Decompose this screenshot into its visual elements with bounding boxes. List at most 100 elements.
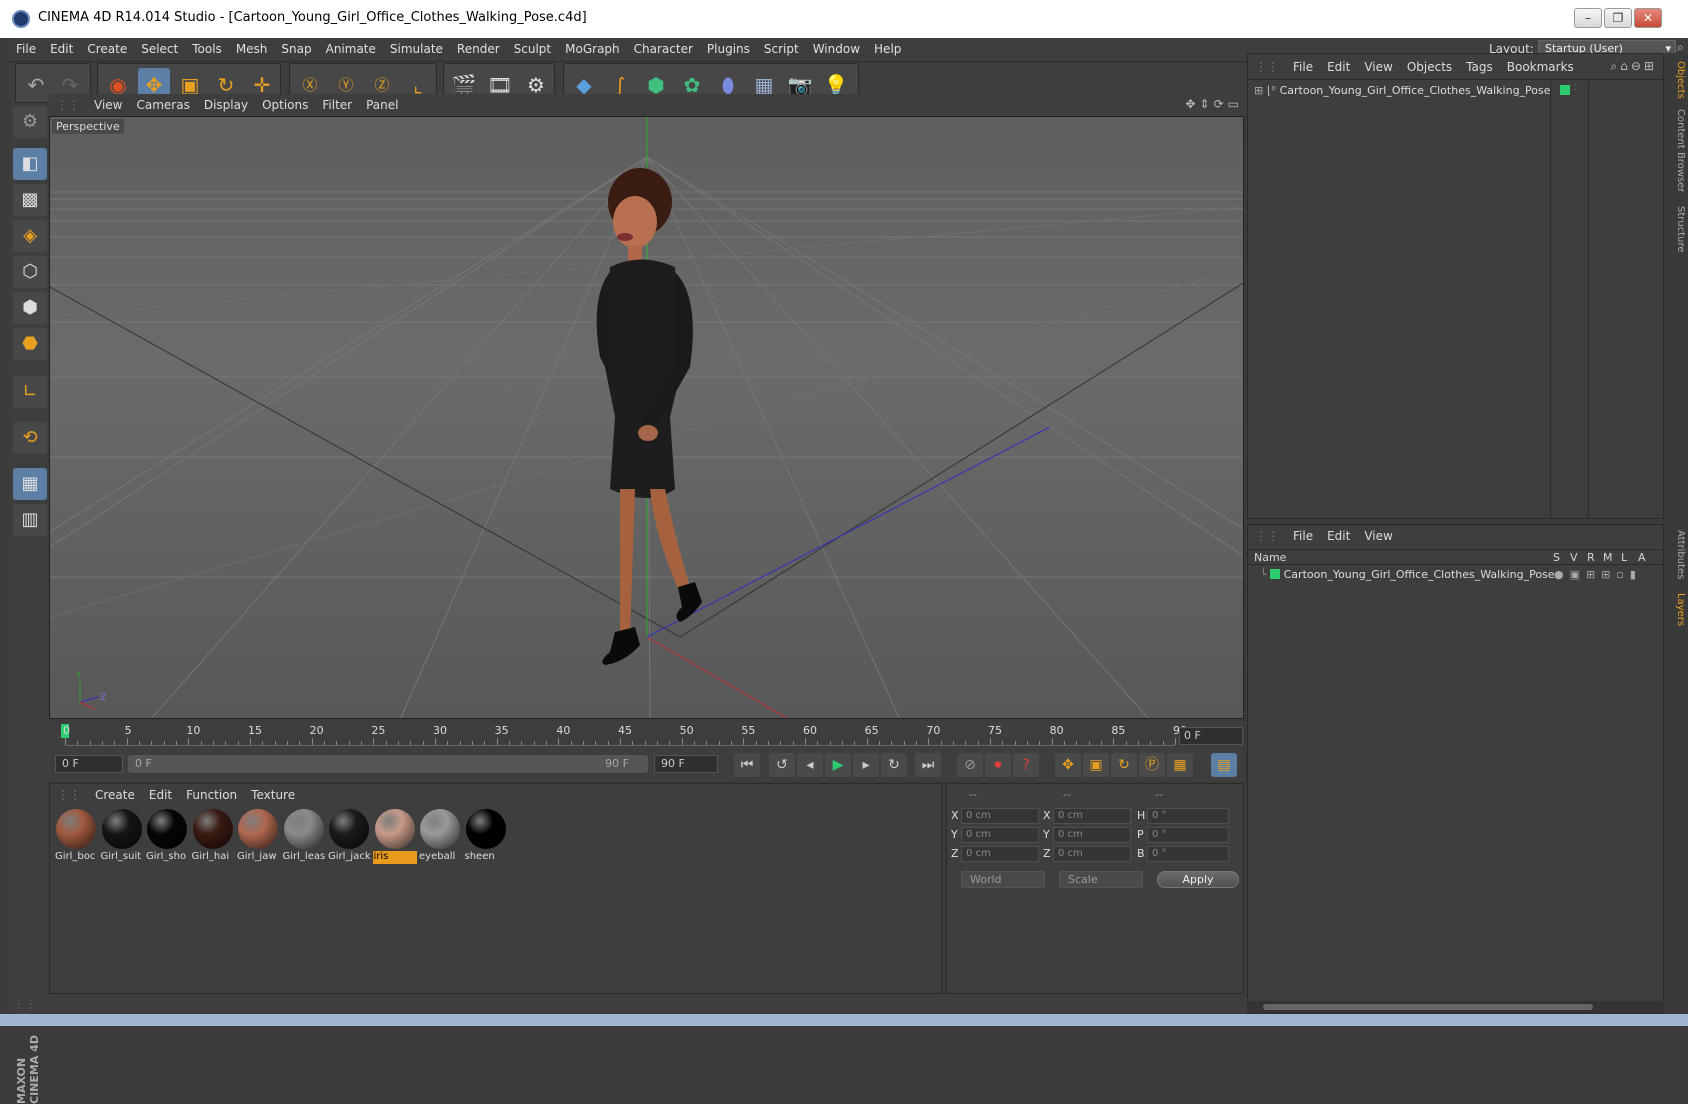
tab-structure[interactable]: Structure bbox=[1666, 201, 1686, 257]
frame-range-slider[interactable]: 0 F 90 F bbox=[128, 755, 648, 773]
viewport-menu-cameras[interactable]: Cameras bbox=[129, 94, 196, 112]
menu-sculpt[interactable]: Sculpt bbox=[507, 38, 558, 56]
workplane-mode-icon[interactable]: ◈ bbox=[13, 220, 47, 252]
menu-window[interactable]: Window bbox=[806, 38, 867, 56]
viewport-menu-options[interactable]: Options bbox=[255, 94, 315, 112]
material-swatch[interactable]: Girl_leas bbox=[282, 807, 326, 865]
size-y-field[interactable]: 0 cm bbox=[1053, 827, 1131, 843]
object-menu-bookmarks[interactable]: Bookmarks bbox=[1500, 54, 1581, 74]
material-menu-texture[interactable]: Texture bbox=[244, 784, 302, 802]
layer-flags-icons[interactable]: ●▣⊞⊞▫▮ bbox=[1554, 568, 1642, 581]
material-swatch[interactable]: iris bbox=[372, 807, 417, 865]
size-z-field[interactable]: 0 cm bbox=[1053, 846, 1131, 862]
end-frame-field[interactable]: 90 F bbox=[654, 755, 718, 773]
polygons-mode-icon[interactable]: ⬣ bbox=[13, 328, 47, 360]
apply-button[interactable]: Apply bbox=[1157, 871, 1239, 888]
menu-create[interactable]: Create bbox=[80, 38, 134, 56]
play-icon[interactable]: ▶ bbox=[825, 753, 851, 777]
key-rotation-icon[interactable]: ↻ bbox=[1111, 753, 1137, 777]
locked-workplane-icon[interactable]: ▥ bbox=[13, 504, 47, 536]
object-menu-tags[interactable]: Tags bbox=[1459, 54, 1500, 74]
key-pla-icon[interactable]: ▦ bbox=[1167, 753, 1193, 777]
rotation-b-field[interactable]: 0 ° bbox=[1147, 846, 1229, 862]
goto-end-icon[interactable]: ⏭ bbox=[915, 753, 941, 777]
object-name[interactable]: Cartoon_Young_Girl_Office_Clothes_Walkin… bbox=[1280, 84, 1551, 97]
minimize-button[interactable]: – bbox=[1574, 8, 1602, 28]
viewport-nav-icons[interactable]: ✥⇕⟳▭ bbox=[1185, 97, 1243, 111]
object-row[interactable]: ⊞ ⌊⁰ Cartoon_Young_Girl_Office_Clothes_W… bbox=[1254, 83, 1554, 101]
material-swatch[interactable]: Girl_hai bbox=[191, 807, 235, 865]
position-y-field[interactable]: 0 cm bbox=[961, 827, 1039, 843]
perspective-viewport[interactable]: Perspective Y Z bbox=[49, 116, 1244, 719]
menu-mesh[interactable]: Mesh bbox=[229, 38, 275, 56]
position-z-field[interactable]: 0 cm bbox=[961, 846, 1039, 862]
undo-icon[interactable]: ↶ bbox=[20, 68, 52, 102]
menu-render[interactable]: Render bbox=[450, 38, 507, 56]
maximize-button[interactable]: ❐ bbox=[1604, 8, 1632, 28]
object-menu-file[interactable]: File bbox=[1286, 54, 1320, 74]
layer-menu-view[interactable]: View bbox=[1357, 525, 1399, 543]
material-menu-function[interactable]: Function bbox=[179, 784, 244, 802]
menu-snap[interactable]: Snap bbox=[274, 38, 318, 56]
keyframe-help-icon[interactable]: ? bbox=[1013, 753, 1039, 777]
goto-start-icon[interactable]: ⏮ bbox=[734, 753, 760, 777]
axis-mode-icon[interactable]: ∟ bbox=[13, 376, 47, 408]
prev-frame-icon[interactable]: ◂ bbox=[797, 753, 823, 777]
menu-plugins[interactable]: Plugins bbox=[700, 38, 757, 56]
tweak-mode-icon[interactable]: ⟲ bbox=[13, 422, 47, 454]
menu-tools[interactable]: Tools bbox=[185, 38, 229, 56]
key-scale-icon[interactable]: ▣ bbox=[1083, 753, 1109, 777]
object-menu-edit[interactable]: Edit bbox=[1320, 54, 1357, 74]
coord-mode-dropdown[interactable]: Scale bbox=[1059, 871, 1143, 888]
material-swatch[interactable]: Girl_suit bbox=[100, 807, 144, 865]
layer-color-tag[interactable] bbox=[1560, 85, 1570, 95]
material-swatch[interactable]: Girl_boc bbox=[54, 807, 98, 865]
prev-key-icon[interactable]: ↺ bbox=[769, 753, 795, 777]
points-mode-icon[interactable]: ⬡ bbox=[13, 256, 47, 288]
menu-mograph[interactable]: MoGraph bbox=[558, 38, 627, 56]
rotation-h-field[interactable]: 0 ° bbox=[1147, 808, 1229, 824]
menu-character[interactable]: Character bbox=[627, 38, 700, 56]
loop-icon[interactable]: ↻ bbox=[881, 753, 907, 777]
menu-select[interactable]: Select bbox=[134, 38, 185, 56]
material-swatch[interactable]: Girl_jack bbox=[327, 807, 371, 865]
layer-horizontal-scrollbar[interactable] bbox=[1247, 1001, 1664, 1013]
menu-simulate[interactable]: Simulate bbox=[383, 38, 450, 56]
viewport-menu-filter[interactable]: Filter bbox=[315, 94, 359, 112]
tab-attributes[interactable]: Attributes bbox=[1666, 527, 1686, 583]
menu-edit[interactable]: Edit bbox=[43, 38, 80, 56]
texture-mode-icon[interactable]: ▩ bbox=[13, 184, 47, 216]
object-mode-icon[interactable]: ◧ bbox=[13, 148, 47, 180]
menu-help[interactable]: Help bbox=[867, 38, 908, 56]
viewport-menu-panel[interactable]: Panel bbox=[359, 94, 405, 112]
material-menu-edit[interactable]: Edit bbox=[142, 784, 179, 802]
tab-layers[interactable]: Layers bbox=[1666, 589, 1686, 631]
close-button[interactable]: ✕ bbox=[1634, 8, 1662, 28]
size-x-field[interactable]: 0 cm bbox=[1053, 808, 1131, 824]
object-menu-view[interactable]: View bbox=[1357, 54, 1399, 74]
layer-menu-file[interactable]: File bbox=[1286, 525, 1320, 543]
viewport-menu-view[interactable]: View bbox=[87, 94, 129, 112]
model-mode-icon[interactable]: ⚙ bbox=[13, 106, 47, 138]
timeline-window-icon[interactable]: ▤ bbox=[1211, 753, 1237, 777]
position-x-field[interactable]: 0 cm bbox=[961, 808, 1039, 824]
rotation-p-field[interactable]: 0 ° bbox=[1147, 827, 1229, 843]
layer-row[interactable]: └ Cartoon_Young_Girl_Office_Clothes_Walk… bbox=[1260, 568, 1660, 584]
menu-animate[interactable]: Animate bbox=[319, 38, 383, 56]
record-keys-icon[interactable]: ⊘ bbox=[957, 753, 983, 777]
material-swatch[interactable]: eyeball bbox=[418, 807, 462, 865]
current-frame-field[interactable]: 0 F bbox=[1179, 727, 1243, 745]
key-parameter-icon[interactable]: Ⓟ bbox=[1139, 753, 1165, 777]
object-toolbar-icons[interactable]: ⌕⌂⊖⊞ bbox=[1611, 59, 1657, 74]
tab-objects[interactable]: Objects bbox=[1666, 57, 1686, 103]
layer-color-swatch[interactable] bbox=[1270, 569, 1281, 579]
material-menu-create[interactable]: Create bbox=[88, 784, 142, 802]
coord-space-dropdown[interactable]: World bbox=[961, 871, 1045, 888]
object-menu-objects[interactable]: Objects bbox=[1400, 54, 1459, 74]
autokey-icon[interactable]: ⏺ bbox=[985, 753, 1011, 777]
layer-menu-edit[interactable]: Edit bbox=[1320, 525, 1357, 543]
edges-mode-icon[interactable]: ⬢ bbox=[13, 292, 47, 324]
tab-content-browser[interactable]: Content Browser bbox=[1666, 109, 1686, 193]
menu-script[interactable]: Script bbox=[757, 38, 806, 56]
key-position-icon[interactable]: ✥ bbox=[1055, 753, 1081, 777]
